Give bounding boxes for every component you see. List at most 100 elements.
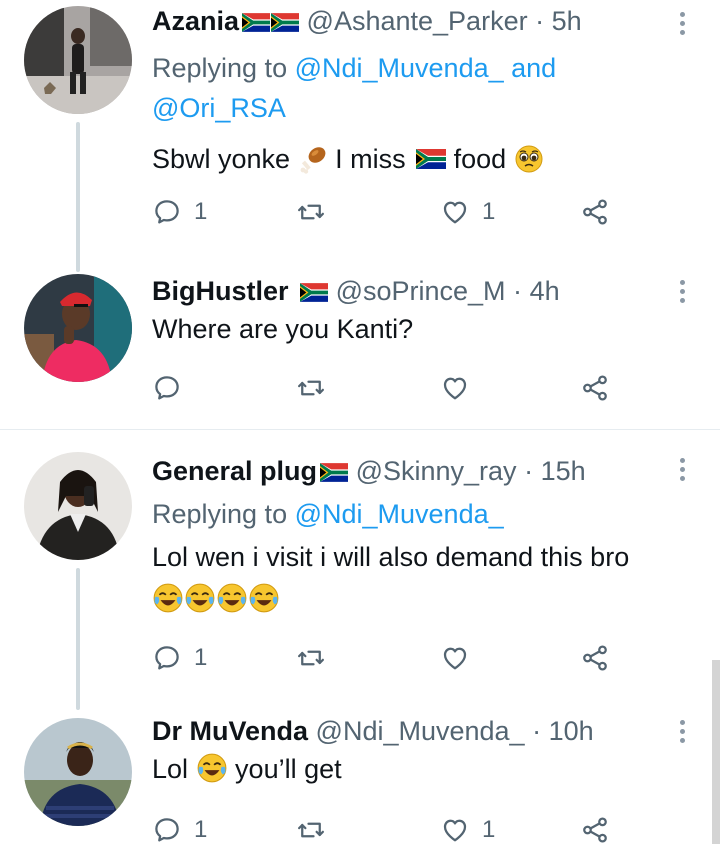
share-button[interactable] <box>580 192 610 232</box>
south-africa-flag-icon <box>271 13 299 32</box>
timestamp[interactable]: 15h <box>541 456 586 486</box>
timestamp[interactable]: 4h <box>530 276 560 306</box>
replying-joiner: and <box>503 53 557 83</box>
retweet-icon <box>296 197 326 227</box>
share-icon <box>580 373 610 403</box>
south-africa-flag-icon <box>320 463 348 482</box>
tweet-actions: 1 1 <box>152 810 622 850</box>
mention-link[interactable]: @Ndi_Muvenda_ <box>295 499 504 529</box>
tweet-header: Dr MuVenda @Ndi_Muvenda_ · 10h <box>152 714 696 748</box>
tweet-4[interactable]: Dr MuVenda @Ndi_Muvenda_ · 10h Lol you’l… <box>0 700 720 844</box>
display-name[interactable]: General plug <box>152 456 317 486</box>
text-part: I miss <box>327 144 414 174</box>
retweet-icon <box>296 815 326 845</box>
scrollbar[interactable] <box>712 660 720 844</box>
like-button[interactable] <box>440 638 482 678</box>
retweet-icon <box>296 373 326 403</box>
reply-icon <box>152 643 182 673</box>
text-line: Lol wen i visit i will also demand this … <box>152 542 630 572</box>
like-count: 1 <box>482 198 496 225</box>
tweet-content: Dr MuVenda @Ndi_Muvenda_ · 10h Lol you’l… <box>152 714 696 788</box>
display-name[interactable]: Azania <box>152 6 239 36</box>
heart-icon <box>440 815 470 845</box>
reply-button[interactable]: 1 <box>152 638 207 678</box>
separator: · <box>524 456 534 486</box>
like-button[interactable] <box>440 368 482 408</box>
replying-prefix: Replying to <box>152 499 295 529</box>
avatar[interactable] <box>24 718 132 826</box>
mention-link[interactable]: @Ori_RSA <box>152 93 286 123</box>
south-africa-flag-icon <box>300 283 328 302</box>
display-name[interactable]: Dr MuVenda <box>152 716 308 746</box>
tears-of-joy-emoji-icon <box>153 583 183 613</box>
mention-link[interactable]: @Ndi_Muvenda_ <box>295 53 504 83</box>
share-icon <box>580 197 610 227</box>
heart-icon <box>440 643 470 673</box>
handle[interactable]: @Skinny_ray <box>356 456 517 486</box>
handle[interactable]: @Ashante_Parker <box>307 6 528 36</box>
tweet-3[interactable]: General plug @Skinny_ray · 15h Replying … <box>0 430 720 710</box>
replying-to: Replying to @Ndi_Muvenda_ and @Ori_RSA <box>152 48 696 128</box>
tweet-actions <box>152 368 622 408</box>
heart-icon <box>440 197 470 227</box>
drumstick-emoji-icon <box>300 147 325 174</box>
retweet-button[interactable] <box>296 810 338 850</box>
tweet-header: BigHustler @soPrince_M · 4h <box>152 274 696 308</box>
pleading-face-emoji-icon <box>515 145 543 173</box>
more-icon[interactable] <box>680 720 688 747</box>
tweet-1[interactable]: Azania @Ashante_Parker · 5h Replying to … <box>0 0 720 272</box>
tweet-text: Lol you’ll get <box>152 750 696 788</box>
tweet-text: Sbwl yonke I miss food <box>152 140 696 178</box>
retweet-button[interactable] <box>296 192 338 232</box>
emoji-row <box>152 580 696 618</box>
like-button[interactable]: 1 <box>440 192 495 232</box>
reply-button[interactable]: 1 <box>152 192 207 232</box>
reply-count: 1 <box>194 816 208 843</box>
tears-of-joy-emoji-icon <box>185 583 215 613</box>
separator: · <box>513 276 523 306</box>
reply-icon <box>152 373 182 403</box>
share-icon <box>580 815 610 845</box>
tweet-content: General plug @Skinny_ray · 15h Replying … <box>152 454 696 618</box>
tweet-2[interactable]: BigHustler @soPrince_M · 4h Where are yo… <box>0 270 720 430</box>
tweet-text: Lol wen i visit i will also demand this … <box>152 538 696 618</box>
text-part: food <box>446 144 514 174</box>
more-icon[interactable] <box>680 458 688 485</box>
reply-button[interactable]: 1 <box>152 810 207 850</box>
more-icon[interactable] <box>680 280 688 307</box>
avatar[interactable] <box>24 452 132 560</box>
more-icon[interactable] <box>680 12 688 39</box>
tweet-header: Azania @Ashante_Parker · 5h <box>152 4 696 38</box>
reply-button[interactable] <box>152 368 194 408</box>
tweet-content: BigHustler @soPrince_M · 4h Where are yo… <box>152 274 696 348</box>
like-count: 1 <box>482 816 496 843</box>
tweet-content: Azania @Ashante_Parker · 5h Replying to … <box>152 4 696 178</box>
share-button[interactable] <box>580 638 610 678</box>
tweet-actions: 1 <box>152 638 622 678</box>
text-part: Lol <box>152 754 196 784</box>
timestamp[interactable]: 5h <box>552 6 582 36</box>
handle[interactable]: @soPrince_M <box>336 276 506 306</box>
share-button[interactable] <box>580 368 610 408</box>
reply-count: 1 <box>194 198 208 225</box>
replying-to: Replying to @Ndi_Muvenda_ <box>152 494 696 534</box>
separator: · <box>532 716 542 746</box>
retweet-button[interactable] <box>296 638 338 678</box>
retweet-button[interactable] <box>296 368 338 408</box>
south-africa-flag-icon <box>242 13 270 32</box>
heart-icon <box>440 373 470 403</box>
avatar[interactable] <box>24 274 132 382</box>
handle[interactable]: @Ndi_Muvenda_ <box>316 716 525 746</box>
south-africa-flag-icon <box>416 149 446 169</box>
avatar[interactable] <box>24 6 132 114</box>
reply-icon <box>152 197 182 227</box>
share-button[interactable] <box>580 810 610 850</box>
tweet-text: Where are you Kanti? <box>152 314 414 344</box>
thread-line <box>76 122 80 272</box>
tears-of-joy-emoji-icon <box>217 583 247 613</box>
timestamp[interactable]: 10h <box>549 716 594 746</box>
separator: · <box>535 6 545 36</box>
like-button[interactable]: 1 <box>440 810 495 850</box>
reply-icon <box>152 815 182 845</box>
display-name[interactable]: BigHustler <box>152 276 289 306</box>
